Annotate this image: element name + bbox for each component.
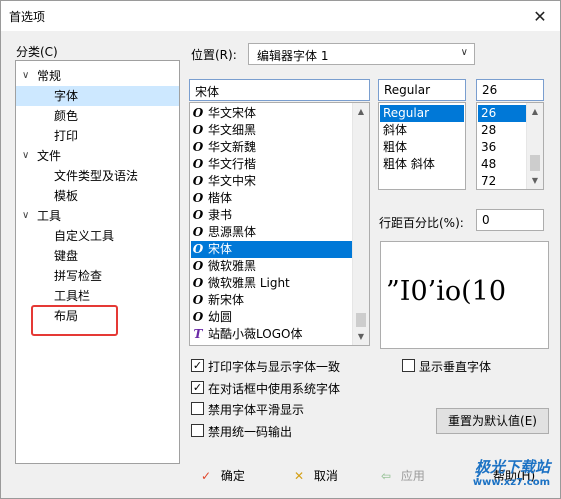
list-item[interactable]: O 华文行楷 [191,156,353,173]
size-list-scrollbar[interactable]: ▲ ▼ [526,103,543,189]
checkbox-unchecked-icon[interactable] [402,359,415,372]
list-item[interactable]: 斜体 [380,122,464,139]
collapse-icon[interactable]: ∨ [22,206,34,226]
font-list-scrollbar[interactable]: ▲ ▼ [352,103,369,345]
opentype-icon: O [192,310,204,324]
system-font-checkbox[interactable]: ✓ 在对话框中使用系统字体 [191,379,371,397]
reset-default-button[interactable]: 重置为默认值(E) [436,408,549,434]
font-list[interactable]: O 华文宋体 O 华文细黑 O 华文新魏 O 华文行楷 O 华文中宋 O 楷体 O 隶书 O思… [189,102,370,346]
opentype-icon: O [192,208,204,222]
list-item[interactable]: O 楷体 [191,190,353,207]
opentype-icon: O [192,140,204,154]
category-label: 分类(C) [16,45,58,59]
font-preview: ”I0’io(10 [380,241,549,349]
window-title: 首选项 [9,10,46,24]
font-size-input[interactable]: 26 [476,79,544,101]
opentype-icon: O [192,225,204,239]
chevron-down-icon: ∨ [460,47,468,58]
checkbox-unchecked-icon[interactable] [191,402,204,415]
tree-item-file-types[interactable]: 文件类型及语法 [16,166,179,186]
font-name-input[interactable]: 宋体 [189,79,370,101]
scroll-up-icon[interactable]: ▲ [527,103,543,120]
position-label: 位置(R): [191,48,237,62]
title-bar: 首选项 ✕ [1,1,560,31]
collapse-icon[interactable]: ∨ [22,66,34,86]
checkbox-checked-icon[interactable]: ✓ [191,359,204,372]
opentype-icon: O [192,259,204,273]
tree-item-general[interactable]: ∨ 常规 [16,66,179,86]
collapse-icon[interactable]: ∨ [22,146,34,166]
list-item-selected[interactable]: O 宋体 [191,241,353,258]
list-item[interactable]: O 新宋体 [191,292,353,309]
print-font-match-checkbox[interactable]: ✓ 打印字体与显示字体一致 [191,357,371,375]
list-item[interactable]: O 微软雅黑 [191,258,353,275]
tree-item-templates[interactable]: 模板 [16,186,179,206]
cancel-button[interactable]: ✕ 取消 [288,464,358,488]
scroll-down-icon[interactable]: ▼ [353,328,369,345]
arrow-left-icon: ⇦ [380,469,392,483]
scroll-down-icon[interactable]: ▼ [527,172,543,189]
tree-item-toolbar[interactable]: 工具栏 [16,286,179,306]
tree-item-print[interactable]: 打印 [16,126,179,146]
scroll-thumb[interactable] [356,313,366,327]
category-tree: ∨ 常规 字体 颜色 打印 ∨ 文件 文件类型及语法 模板 ∨ 工具 自定义工具 [15,60,180,464]
list-item[interactable]: O 华文宋体 [191,105,353,122]
tree-item-spellcheck[interactable]: 拼写检查 [16,266,179,286]
list-item[interactable]: 粗体 [380,139,464,156]
opentype-icon: O [192,191,204,205]
list-item[interactable]: O 微软雅黑 Light [191,275,353,292]
tree-item-custom-tools[interactable]: 自定义工具 [16,226,179,246]
highlight-annotation [31,305,118,336]
close-button[interactable]: ✕ [520,1,560,31]
list-item-selected[interactable]: Regular [380,105,464,122]
tree-item-color[interactable]: 颜色 [16,106,179,126]
list-item[interactable]: O 华文细黑 [191,122,353,139]
list-item[interactable]: 36 [478,139,526,156]
disable-smoothing-checkbox[interactable]: 禁用字体平滑显示 [191,400,371,418]
tree-item-file[interactable]: ∨ 文件 [16,146,179,166]
line-spacing-input[interactable]: 0 [476,209,544,231]
opentype-icon: O [192,157,204,171]
ok-button[interactable]: ✓ 确定 [195,464,265,488]
list-item[interactable]: T 站酷小薇LOGO体 [191,326,353,343]
opentype-icon: O [192,174,204,188]
preferences-dialog: 首选项 ✕ 分类(C) ∨ 常规 字体 颜色 打印 ∨ 文件 文件类型及语法 模… [0,0,561,499]
watermark-logo: 极光下载站 www.xz7.com [472,458,550,488]
opentype-icon: O [192,123,204,137]
tree-item-tools[interactable]: ∨ 工具 [16,206,179,226]
preview-text: ”I0’io(10 [386,276,507,307]
line-spacing-label: 行距百分比(%): [379,216,464,230]
list-item-selected[interactable]: 26 [478,105,526,122]
list-item[interactable]: O 幼圆 [191,309,353,326]
opentype-icon: O [192,242,204,256]
checkbox-checked-icon[interactable]: ✓ [191,381,204,394]
list-item[interactable]: 粗体 斜体 [380,156,464,173]
tree-item-keyboard[interactable]: 键盘 [16,246,179,266]
scroll-thumb[interactable] [530,155,540,171]
list-item[interactable]: O 思源黑体 [191,224,353,241]
checkmark-icon: ✓ [200,469,212,483]
vertical-font-checkbox[interactable]: 显示垂直字体 [402,357,522,375]
list-item[interactable]: 72 [478,173,526,189]
tree-item-font[interactable]: 字体 [16,86,179,106]
list-item[interactable]: 28 [478,122,526,139]
list-item[interactable]: O 华文新魏 [191,139,353,156]
truetype-icon: T [193,327,203,341]
cross-icon: ✕ [293,469,305,483]
font-size-list[interactable]: 26 28 36 48 72 ▲ ▼ [476,102,544,190]
disable-unicode-checkbox[interactable]: 禁用统一码输出 [191,422,371,440]
opentype-icon: O [192,276,204,290]
opentype-icon: O [192,293,204,307]
list-item[interactable]: O 华文中宋 [191,173,353,190]
scroll-up-icon[interactable]: ▲ [353,103,369,120]
font-style-list[interactable]: Regular 斜体 粗体 粗体 斜体 [378,102,466,190]
list-item[interactable]: O 隶书 [191,207,353,224]
position-dropdown[interactable]: 编辑器字体 1 ∨ [248,43,475,65]
checkbox-unchecked-icon[interactable] [191,424,204,437]
font-style-input[interactable]: Regular [378,79,466,101]
list-item[interactable]: 48 [478,156,526,173]
opentype-icon: O [192,106,204,120]
